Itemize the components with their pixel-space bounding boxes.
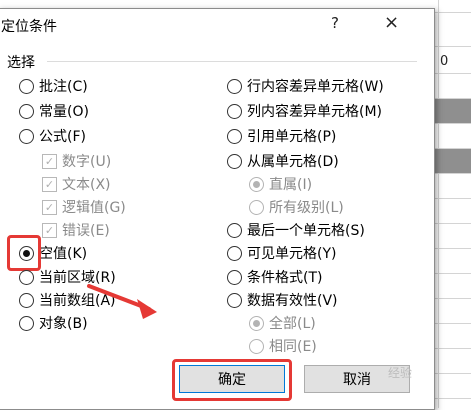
gray-cell [434, 99, 471, 123]
cell-value: 0 [440, 54, 449, 69]
grid-line [438, 0, 439, 408]
gray-cell [434, 149, 471, 173]
go-to-special-dialog: 定位条件 ? × 选择 批注(C) 常量(O) 公式(F) ✓ 数字(U) ✓ … [0, 8, 435, 410]
watermark-text: 经验 [388, 366, 413, 380]
arrow-annotation-icon [87, 284, 157, 319]
highlight-frame [172, 359, 292, 401]
